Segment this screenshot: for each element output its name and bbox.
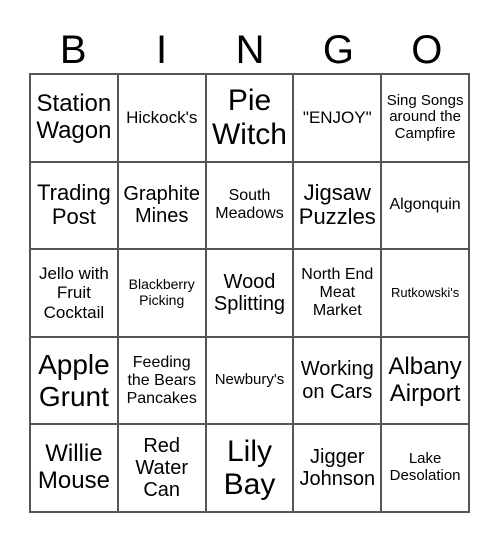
bingo-cell[interactable]: "ENJOY" xyxy=(293,74,382,162)
bingo-cell[interactable]: Apple Grunt xyxy=(30,336,118,425)
bingo-cell[interactable]: Working on Cars xyxy=(293,336,382,425)
header-letter-i: I xyxy=(156,28,168,72)
bingo-cell[interactable]: Trading Post xyxy=(30,161,118,250)
bingo-cell[interactable]: Lake Desolation xyxy=(381,424,469,512)
bingo-header: B I N G O xyxy=(29,28,471,72)
bingo-cell[interactable]: Rutkowski's xyxy=(381,249,469,337)
bingo-cell[interactable]: Wood Splitting xyxy=(205,249,294,337)
bingo-cell[interactable]: Hickock's xyxy=(117,74,206,162)
header-letter-g: G xyxy=(322,28,354,72)
header-letter-n: N xyxy=(235,28,265,72)
bingo-cell[interactable]: Lily Bay xyxy=(205,424,294,512)
bingo-cell[interactable]: Red Water Can xyxy=(117,424,206,512)
bingo-cell[interactable]: South Meadows xyxy=(205,161,294,250)
bingo-cell[interactable]: Jigger Johnson xyxy=(293,424,382,512)
bingo-cell[interactable]: Willie Mouse xyxy=(30,424,118,512)
bingo-cell[interactable]: Newbury's xyxy=(205,336,294,425)
bingo-cell[interactable]: Station Wagon xyxy=(30,74,118,162)
bingo-cell[interactable]: Sing Songs around the Campfire xyxy=(381,74,469,162)
bingo-cell[interactable]: Graphite Mines xyxy=(117,161,206,250)
header-letter-o: O xyxy=(411,28,443,72)
bingo-cell[interactable]: Pie Witch xyxy=(205,74,294,162)
bingo-cell[interactable]: Jigsaw Puzzles xyxy=(293,161,382,250)
bingo-cell[interactable]: Feeding the Bears Pancakes xyxy=(117,336,206,425)
bingo-cell[interactable]: Blackberry Picking xyxy=(117,249,206,337)
bingo-cell[interactable]: Algonquin xyxy=(381,161,469,250)
bingo-cell[interactable]: North End Meat Market xyxy=(293,249,382,337)
header-letter-b: B xyxy=(59,28,87,72)
bingo-cell[interactable]: Albany Airport xyxy=(381,336,469,425)
bingo-cell[interactable]: Jello with Fruit Cocktail xyxy=(30,249,118,337)
bingo-grid: Station Wagon Hickock's Pie Witch "ENJOY… xyxy=(29,73,470,513)
